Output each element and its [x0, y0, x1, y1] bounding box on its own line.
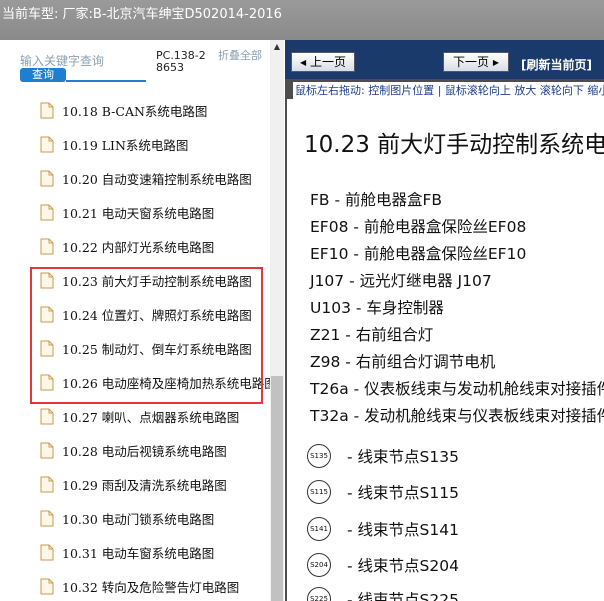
tree-item-label: 10.26 电动座椅及座椅加热系统电路图: [62, 375, 277, 391]
legend-item: Z21 - 右前组合灯: [310, 326, 434, 344]
document-page[interactable]: 10.23 前大灯手动控制系统电路图 FB - 前舱电器盒FB EF08 - 前…: [287, 99, 604, 601]
document-icon: [40, 374, 54, 390]
arrow-right-icon: ▶: [492, 58, 499, 67]
tree-item-10-19[interactable]: 10.19 LIN系统电路图: [0, 127, 270, 161]
document-icon: [40, 510, 54, 526]
tree-item-label: 10.31 电动车窗系统电路图: [62, 545, 215, 561]
tree-item-10-23[interactable]: 10.23 前大灯手动控制系统电路图: [0, 263, 270, 297]
tree-item-10-24[interactable]: 10.24 位置灯、牌照灯系统电路图: [0, 297, 270, 331]
left-panel: 查询 PC.138-28653 折叠全部 10.18 B-CAN系统电路图 10…: [0, 40, 284, 601]
viewer-toolbar: ◀ 上一页 下一页 ▶ [刷新当前页]: [285, 40, 604, 79]
prev-page-label: 上一页: [309, 55, 346, 69]
legend-item: FB - 前舱电器盒FB: [310, 191, 443, 209]
tree-item-label: 10.24 位置灯、牌照灯系统电路图: [62, 307, 252, 323]
document-icon: [40, 102, 54, 118]
tree-item-label: 10.32 转向及危险警告灯电路图: [62, 579, 240, 595]
document-icon: [40, 306, 54, 322]
next-page-label: 下一页: [453, 55, 490, 69]
document-viewer: ◀ 上一页 下一页 ▶ [刷新当前页] 鼠标左右拖动: 控制图片位置 | 鼠标滚…: [285, 40, 604, 601]
document-icon: [40, 272, 54, 288]
document-icon: [40, 544, 54, 560]
node-label: - 线束节点S141: [347, 521, 459, 539]
tree-item-10-26[interactable]: 10.26 电动座椅及座椅加热系统电路图: [0, 365, 277, 399]
node-label: - 线束节点S225: [347, 591, 459, 601]
node-item: S141 - 线束节点S141: [307, 517, 459, 541]
document-title: 10.23 前大灯手动控制系统电路图: [304, 132, 604, 158]
node-item: S204 - 线束节点S204: [307, 553, 459, 577]
tree-item-label: 10.27 喇叭、点烟器系统电路图: [62, 409, 240, 425]
splice-node-icon: S135: [307, 444, 331, 468]
tree-item-label: 10.30 电动门锁系统电路图: [62, 511, 215, 527]
node-label: - 线束节点S115: [347, 484, 459, 502]
tree-item-label: 10.22 内部灯光系统电路图: [62, 239, 215, 255]
tree-item-10-32[interactable]: 10.32 转向及危险警告灯电路图: [0, 569, 270, 601]
refresh-page-button[interactable]: [刷新当前页]: [521, 56, 592, 73]
tree-item-10-18[interactable]: 10.18 B-CAN系统电路图: [0, 93, 270, 127]
tree-item-label: 10.20 自动变速箱控制系统电路图: [62, 171, 252, 187]
splice-node-icon: S225: [307, 587, 331, 601]
scrollbar-thumb[interactable]: [271, 376, 283, 601]
document-icon: [40, 238, 54, 254]
legend-item: EF08 - 前舱电器盒保险丝EF08: [310, 218, 527, 236]
tree-item-label: 10.25 制动灯、倒车灯系统电路图: [62, 341, 252, 357]
tree-item-10-29[interactable]: 10.29 雨刮及清洗系统电路图: [0, 467, 270, 501]
arrow-left-icon: ◀: [300, 58, 307, 67]
legend-item: T32a - 发动机舱线束与仪表板线束对接插件: [310, 407, 604, 425]
tree-item-label: 10.23 前大灯手动控制系统电路图: [62, 273, 252, 289]
document-icon: [40, 170, 54, 186]
search-button[interactable]: 查询: [20, 68, 66, 82]
search-underline: [66, 80, 146, 82]
node-item: S135 - 线束节点S135: [307, 444, 459, 468]
tree-item-label: 10.29 雨刮及清洗系统电路图: [62, 477, 227, 493]
legend-item: Z98 - 右前组合灯调节电机: [310, 353, 496, 371]
legend-item: U103 - 车身控制器: [310, 299, 444, 317]
legend-item: J107 - 远光灯继电器 J107: [310, 272, 492, 290]
prev-page-button[interactable]: ◀ 上一页: [291, 52, 355, 72]
tree-item-10-28[interactable]: 10.28 电动后视镜系统电路图: [0, 433, 270, 467]
legend-item: T26a - 仪表板线束与发动机舱线束对接插件: [310, 380, 604, 398]
node-label: - 线束节点S204: [347, 557, 459, 575]
document-icon: [40, 204, 54, 220]
chapter-tree: 10.18 B-CAN系统电路图 10.19 LIN系统电路图 10.20 自动…: [0, 93, 277, 601]
document-icon: [40, 578, 54, 594]
tree-item-label: 10.28 电动后视镜系统电路图: [62, 443, 227, 459]
next-page-button[interactable]: 下一页 ▶: [443, 52, 509, 72]
document-icon: [40, 408, 54, 424]
tree-item-label: 10.21 电动天窗系统电路图: [62, 205, 215, 221]
tree-item-label: 10.19 LIN系统电路图: [62, 137, 189, 153]
mouse-hint: 鼠标左右拖动: 控制图片位置 | 鼠标滚轮向上 放大 滚轮向下 缩小: [293, 82, 604, 99]
tree-item-10-27[interactable]: 10.27 喇叭、点烟器系统电路图: [0, 399, 270, 433]
node-item: S225 - 线束节点S225: [307, 587, 459, 601]
window-title: 当前车型: 厂家:B-北京汽车绅宝D502014-2016: [0, 0, 604, 40]
tree-item-10-20[interactable]: 10.20 自动变速箱控制系统电路图: [0, 161, 270, 195]
tree-item-10-22[interactable]: 10.22 内部灯光系统电路图: [0, 229, 270, 263]
document-icon: [40, 136, 54, 152]
splice-node-icon: S141: [307, 517, 331, 541]
document-icon: [40, 442, 54, 458]
node-label: - 线束节点S135: [347, 448, 459, 466]
tree-item-10-21[interactable]: 10.21 电动天窗系统电路图: [0, 195, 270, 229]
legend-item: EF10 - 前舱电器盒保险丝EF10: [310, 245, 527, 263]
collapse-all-link[interactable]: 折叠全部: [218, 50, 262, 62]
pc-code: PC.138-28653: [156, 49, 206, 74]
tree-item-10-25[interactable]: 10.25 制动灯、倒车灯系统电路图: [0, 331, 270, 365]
tree-item-label: 10.18 B-CAN系统电路图: [62, 103, 208, 119]
document-icon: [40, 340, 54, 356]
tree-item-10-31[interactable]: 10.31 电动车窗系统电路图: [0, 535, 270, 569]
tree-item-10-30[interactable]: 10.30 电动门锁系统电路图: [0, 501, 270, 535]
left-header: 查询 PC.138-28653 折叠全部: [0, 40, 270, 88]
scroll-up-arrow-icon[interactable]: ▲: [270, 40, 284, 54]
splice-node-icon: S115: [307, 480, 331, 504]
document-icon: [40, 476, 54, 492]
node-item: S115 - 线束节点S115: [307, 480, 459, 504]
splice-node-icon: S204: [307, 553, 331, 577]
